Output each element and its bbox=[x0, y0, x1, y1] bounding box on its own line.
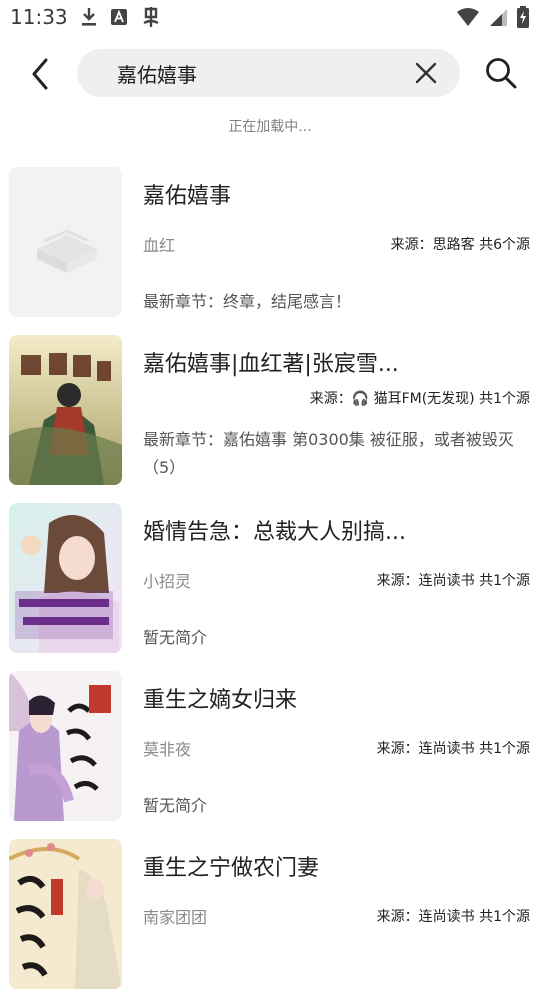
book-cover-art bbox=[9, 335, 122, 485]
app-bug-icon bbox=[143, 7, 159, 27]
loading-text: 正在加载中... bbox=[228, 119, 312, 135]
search-input[interactable] bbox=[117, 61, 397, 85]
chevron-left-icon bbox=[32, 58, 48, 90]
signal-icon bbox=[490, 9, 507, 26]
search-icon[interactable] bbox=[484, 56, 518, 90]
status-bar: 11:33 bbox=[0, 0, 540, 36]
book-latest-chapter: 暂无简介 bbox=[143, 628, 208, 647]
book-placeholder-icon bbox=[9, 167, 122, 317]
book-cover-art bbox=[9, 503, 122, 653]
book-cover bbox=[9, 671, 122, 821]
book-title: 重生之宁做农门妻 bbox=[143, 856, 320, 881]
book-source: 来源：连尚读书 共1个源 bbox=[376, 573, 530, 589]
book-author: 小招灵 bbox=[143, 572, 192, 591]
search-box[interactable] bbox=[77, 49, 460, 97]
book-title: 嘉佑嬉事|血红著|张宸雪... bbox=[143, 352, 399, 377]
close-icon[interactable] bbox=[414, 61, 438, 85]
book-cover bbox=[9, 839, 122, 989]
book-latest-chapter: 暂无简介 bbox=[143, 796, 208, 815]
status-icons-right bbox=[456, 6, 530, 28]
list-item[interactable]: 嘉佑嬉事 血红 来源：思路客 共6个源 最新章节：终章，结尾感言！ bbox=[0, 166, 540, 334]
book-source: 来源：🎧 猫耳FM(无发现) 共1个源 bbox=[309, 391, 530, 407]
book-title: 婚情告急：总裁大人别搞... bbox=[143, 520, 406, 545]
book-title: 重生之嫡女归来 bbox=[143, 688, 298, 713]
book-source: 来源：思路客 共6个源 bbox=[390, 237, 530, 253]
book-author: 血红 bbox=[143, 236, 176, 255]
book-cover-art bbox=[9, 839, 122, 989]
list-item[interactable]: 重生之宁做农门妻 南家团团 来源：连尚读书 共1个源 bbox=[0, 838, 540, 1006]
book-title: 嘉佑嬉事 bbox=[143, 184, 232, 209]
book-cover bbox=[9, 503, 122, 653]
book-author: 南家团团 bbox=[143, 908, 208, 927]
book-cover-art bbox=[9, 671, 122, 821]
book-list: 嘉佑嬉事 血红 来源：思路客 共6个源 最新章节：终章，结尾感言！ 嘉佑嬉事|血… bbox=[0, 166, 540, 1006]
search-header bbox=[0, 48, 540, 100]
book-source: 来源：连尚读书 共1个源 bbox=[376, 741, 530, 757]
list-item[interactable]: 婚情告急：总裁大人别搞... 小招灵 来源：连尚读书 共1个源 暂无简介 bbox=[0, 502, 540, 670]
book-author: 莫非夜 bbox=[143, 740, 192, 759]
book-cover-placeholder bbox=[9, 167, 122, 317]
status-time: 11:33 bbox=[10, 5, 68, 29]
battery-charging-icon bbox=[517, 6, 529, 28]
book-latest-chapter: 最新章节：嘉佑嬉事 第0300集 被征服，或者被毁灭（5） bbox=[143, 430, 514, 477]
book-cover bbox=[9, 335, 122, 485]
font-a-icon bbox=[111, 9, 127, 25]
book-source: 来源：连尚读书 共1个源 bbox=[376, 909, 530, 925]
back-button[interactable] bbox=[22, 54, 58, 94]
download-icon bbox=[82, 8, 96, 26]
status-icons-left bbox=[80, 6, 162, 28]
book-latest-chapter: 最新章节：终章，结尾感言！ bbox=[143, 292, 352, 311]
list-item[interactable]: 嘉佑嬉事|血红著|张宸雪... 来源：🎧 猫耳FM(无发现) 共1个源 最新章节… bbox=[0, 334, 540, 502]
list-item[interactable]: 重生之嫡女归来 莫非夜 来源：连尚读书 共1个源 暂无简介 bbox=[0, 670, 540, 838]
wifi-icon bbox=[457, 8, 479, 26]
